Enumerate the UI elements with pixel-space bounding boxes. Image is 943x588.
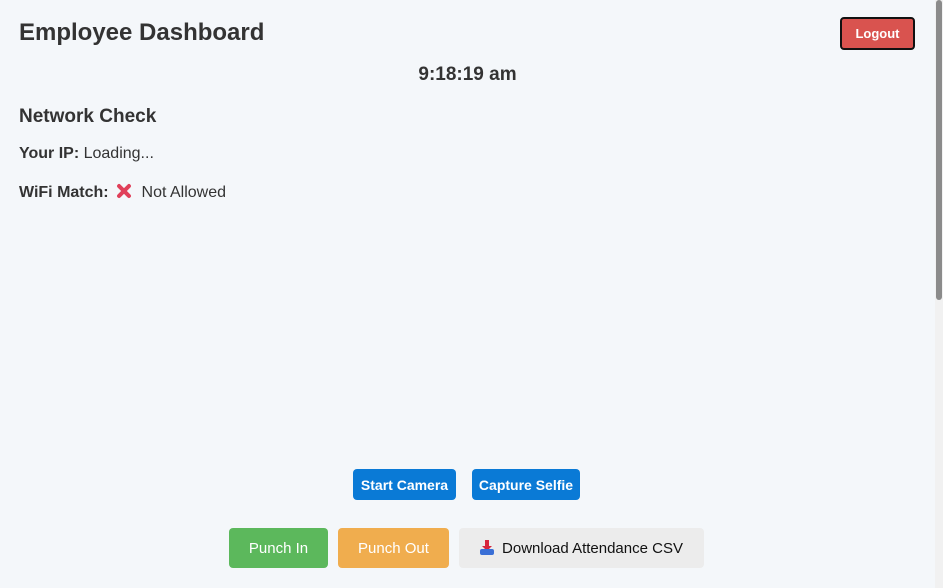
vertical-scrollbar[interactable] (935, 0, 943, 588)
ip-label: Your IP: (19, 145, 80, 162)
page-title: Employee Dashboard (19, 19, 265, 46)
ip-value: Loading... (83, 145, 154, 162)
network-check-heading: Network Check (19, 106, 157, 127)
download-csv-button[interactable]: Download Attendance CSV (459, 528, 704, 568)
dashboard-page: Employee Dashboard Logout 9:18:19 am Net… (0, 0, 935, 588)
scrollbar-thumb[interactable] (936, 0, 942, 300)
wifi-label: WiFi Match: (19, 184, 109, 201)
logout-button[interactable]: Logout (840, 17, 915, 50)
punch-in-button[interactable]: Punch In (229, 528, 328, 568)
clock-display: 9:18:19 am (418, 64, 517, 85)
punch-out-button[interactable]: Punch Out (338, 528, 449, 568)
download-csv-label: Download Attendance CSV (502, 539, 683, 557)
ip-row: Your IP: Loading... (19, 145, 154, 163)
download-tray-icon (480, 539, 495, 555)
cross-mark-icon (115, 182, 133, 200)
wifi-row: WiFi Match: Not Allowed (19, 182, 226, 202)
start-camera-button[interactable]: Start Camera (353, 469, 456, 500)
capture-selfie-button[interactable]: Capture Selfie (472, 469, 580, 500)
wifi-status: Not Allowed (141, 184, 227, 201)
